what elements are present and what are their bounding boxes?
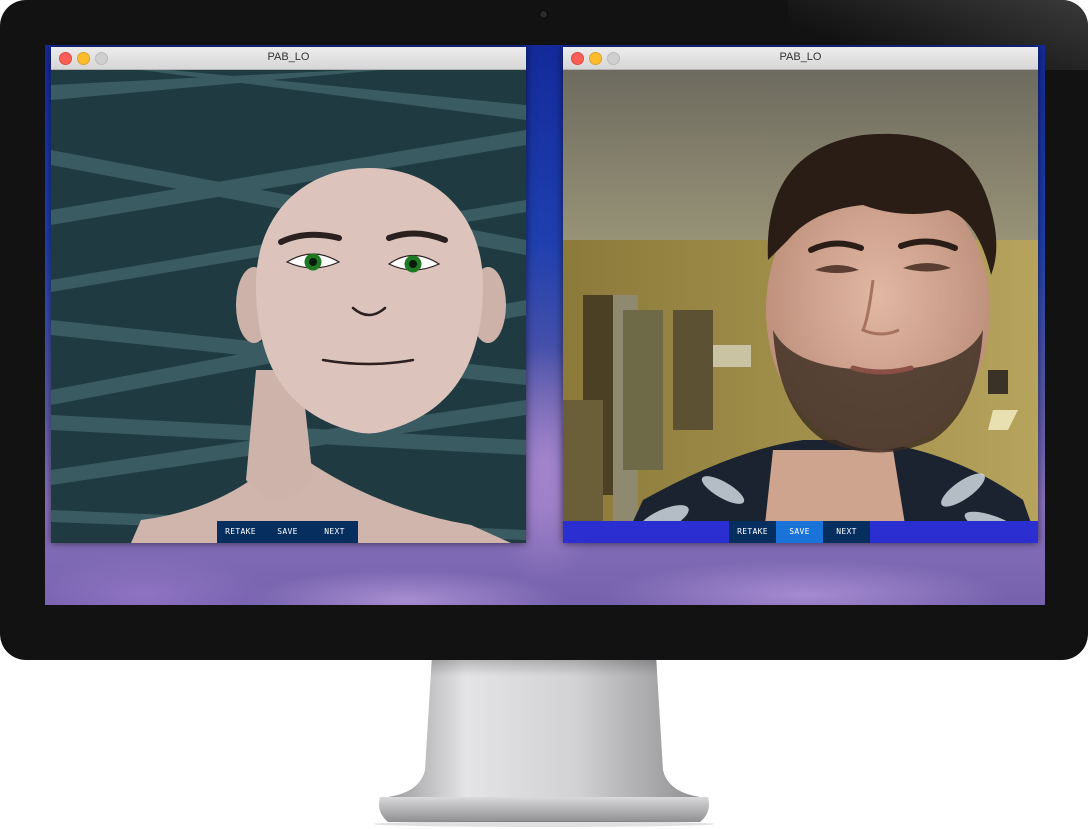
save-button[interactable]: SAVE bbox=[776, 521, 823, 543]
window-titlebar[interactable]: PAB_LO bbox=[563, 47, 1038, 70]
avatar-toolbar: RETAKE SAVE NEXT bbox=[217, 521, 358, 543]
avatar-canvas bbox=[51, 70, 526, 543]
window-title: PAB_LO bbox=[779, 51, 822, 63]
webcam-canvas bbox=[563, 70, 1038, 543]
next-button[interactable]: NEXT bbox=[823, 521, 870, 543]
window-titlebar[interactable]: PAB_LO bbox=[51, 47, 526, 70]
webcam-window: PAB_LO RETAKE SAVE NEXT bbox=[563, 47, 1038, 543]
next-button[interactable]: NEXT bbox=[311, 521, 358, 543]
webcam-toolbar: RETAKE SAVE NEXT bbox=[563, 521, 1038, 543]
monitor-bezel: PAB_LO RETAKE SAVE NEXT PAB_LO RETAKE SA… bbox=[0, 0, 1088, 660]
desktop: PAB_LO RETAKE SAVE NEXT PAB_LO RETAKE SA… bbox=[45, 45, 1045, 605]
retake-button[interactable]: RETAKE bbox=[729, 521, 776, 543]
save-button[interactable]: SAVE bbox=[264, 521, 311, 543]
retake-button[interactable]: RETAKE bbox=[217, 521, 264, 543]
avatar-window: PAB_LO RETAKE SAVE NEXT bbox=[51, 47, 526, 543]
camera-icon bbox=[540, 11, 547, 18]
window-title: PAB_LO bbox=[267, 51, 310, 63]
webcam-photo bbox=[563, 70, 1038, 543]
avatar-head bbox=[256, 168, 483, 434]
avatar-illustration bbox=[51, 70, 526, 543]
